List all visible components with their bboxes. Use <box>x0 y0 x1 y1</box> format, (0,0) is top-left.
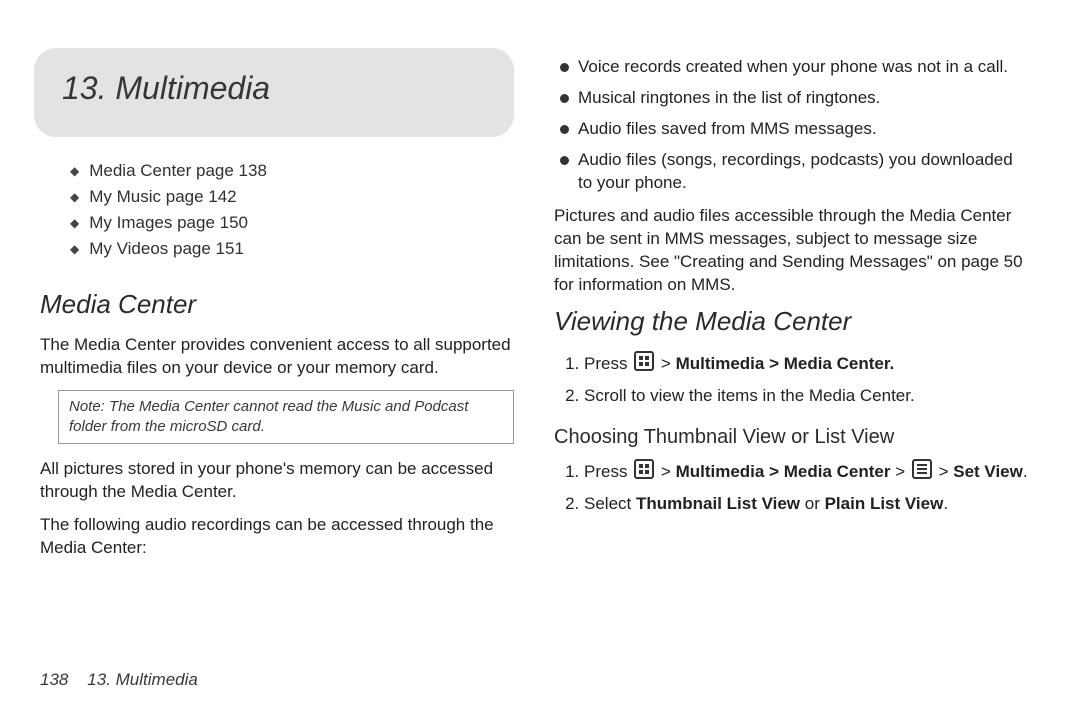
bullet-text: Audio files saved from MMS messages. <box>578 119 877 138</box>
diamond-icon: ◆ <box>70 190 79 204</box>
step-text: Scroll to view the items in the Media Ce… <box>584 386 915 405</box>
note-box: Note: The Media Center cannot read the M… <box>58 390 514 445</box>
two-column-layout: 13. Multimedia ◆ Media Center page 138 ◆ M… <box>40 48 1028 570</box>
toc-text: My Images page 150 <box>89 213 248 233</box>
step-text: . <box>943 494 948 513</box>
list-item: Audio files saved from MMS messages. <box>554 118 1028 141</box>
step-text: Select <box>584 494 636 513</box>
page-root: 13. Multimedia ◆ Media Center page 138 ◆ M… <box>0 0 1080 720</box>
right-column: Voice records created when your phone wa… <box>554 48 1028 570</box>
mms-note-paragraph: Pictures and audio files accessible thro… <box>554 205 1028 297</box>
pictures-paragraph: All pictures stored in your phone's memo… <box>40 458 514 504</box>
navigation-key-icon <box>634 459 654 479</box>
breadcrumb-path: Multimedia > Media Center. <box>676 354 895 373</box>
step-prefix: Press <box>584 354 632 373</box>
toc-text: My Videos page 151 <box>89 239 244 259</box>
options-key-icon <box>912 459 932 479</box>
choosing-steps: Press > Multimedia > Media Center > > Se… <box>554 459 1028 516</box>
list-item: Scroll to view the items in the Media Ce… <box>584 384 1028 408</box>
toc-item: ◆ Media Center page 138 <box>70 161 514 181</box>
list-item: Select Thumbnail List View or Plain List… <box>584 492 1028 516</box>
toc-item: ◆ My Music page 142 <box>70 187 514 207</box>
list-item: Audio files (songs, recordings, podcasts… <box>554 149 1028 195</box>
breadcrumb-path: Multimedia > Media Center <box>676 462 891 481</box>
toc-item: ◆ My Videos page 151 <box>70 239 514 259</box>
bullet-text: Voice records created when your phone wa… <box>578 57 1008 76</box>
footer-chapter: 13. Multimedia <box>87 670 198 689</box>
page-footer: 138 13. Multimedia <box>40 670 198 690</box>
list-item: Musical ringtones in the list of rington… <box>554 87 1028 110</box>
subsection-heading-choosing-view: Choosing Thumbnail View or List View <box>554 426 1028 449</box>
audio-intro-paragraph: The following audio recordings can be ac… <box>40 514 514 560</box>
note-text: The Media Center cannot read the Music a… <box>69 398 468 435</box>
step-prefix: Press <box>584 462 632 481</box>
left-column: 13. Multimedia ◆ Media Center page 138 ◆ M… <box>40 48 514 570</box>
toc-item: ◆ My Images page 150 <box>70 213 514 233</box>
media-center-intro: The Media Center provides convenient acc… <box>40 334 514 380</box>
chapter-title: 13. Multimedia <box>62 70 486 107</box>
toc-text: Media Center page 138 <box>89 161 267 181</box>
page-number: 138 <box>40 670 68 689</box>
view-option: Thumbnail List View <box>636 494 800 513</box>
step-text: or <box>800 494 825 513</box>
section-heading-viewing: Viewing the Media Center <box>554 306 1028 337</box>
chapter-header-pill: 13. Multimedia <box>34 48 514 137</box>
navigation-key-icon <box>634 351 654 371</box>
bullet-text: Audio files (songs, recordings, podcasts… <box>578 150 1013 192</box>
breadcrumb-path: Set View <box>953 462 1023 481</box>
section-heading-media-center: Media Center <box>40 289 514 320</box>
viewing-steps: Press > Multimedia > Media Center. Scrol… <box>554 351 1028 408</box>
toc-text: My Music page 142 <box>89 187 236 207</box>
diamond-icon: ◆ <box>70 242 79 256</box>
list-item: Press > Multimedia > Media Center > > Se… <box>584 459 1028 484</box>
diamond-icon: ◆ <box>70 216 79 230</box>
view-option: Plain List View <box>825 494 944 513</box>
list-item: Press > Multimedia > Media Center. <box>584 351 1028 376</box>
audio-bullet-list: Voice records created when your phone wa… <box>554 56 1028 195</box>
bullet-text: Musical ringtones in the list of rington… <box>578 88 880 107</box>
table-of-contents: ◆ Media Center page 138 ◆ My Music page 14… <box>70 161 514 259</box>
note-label: Note: <box>69 398 105 415</box>
list-item: Voice records created when your phone wa… <box>554 56 1028 79</box>
diamond-icon: ◆ <box>70 164 79 178</box>
